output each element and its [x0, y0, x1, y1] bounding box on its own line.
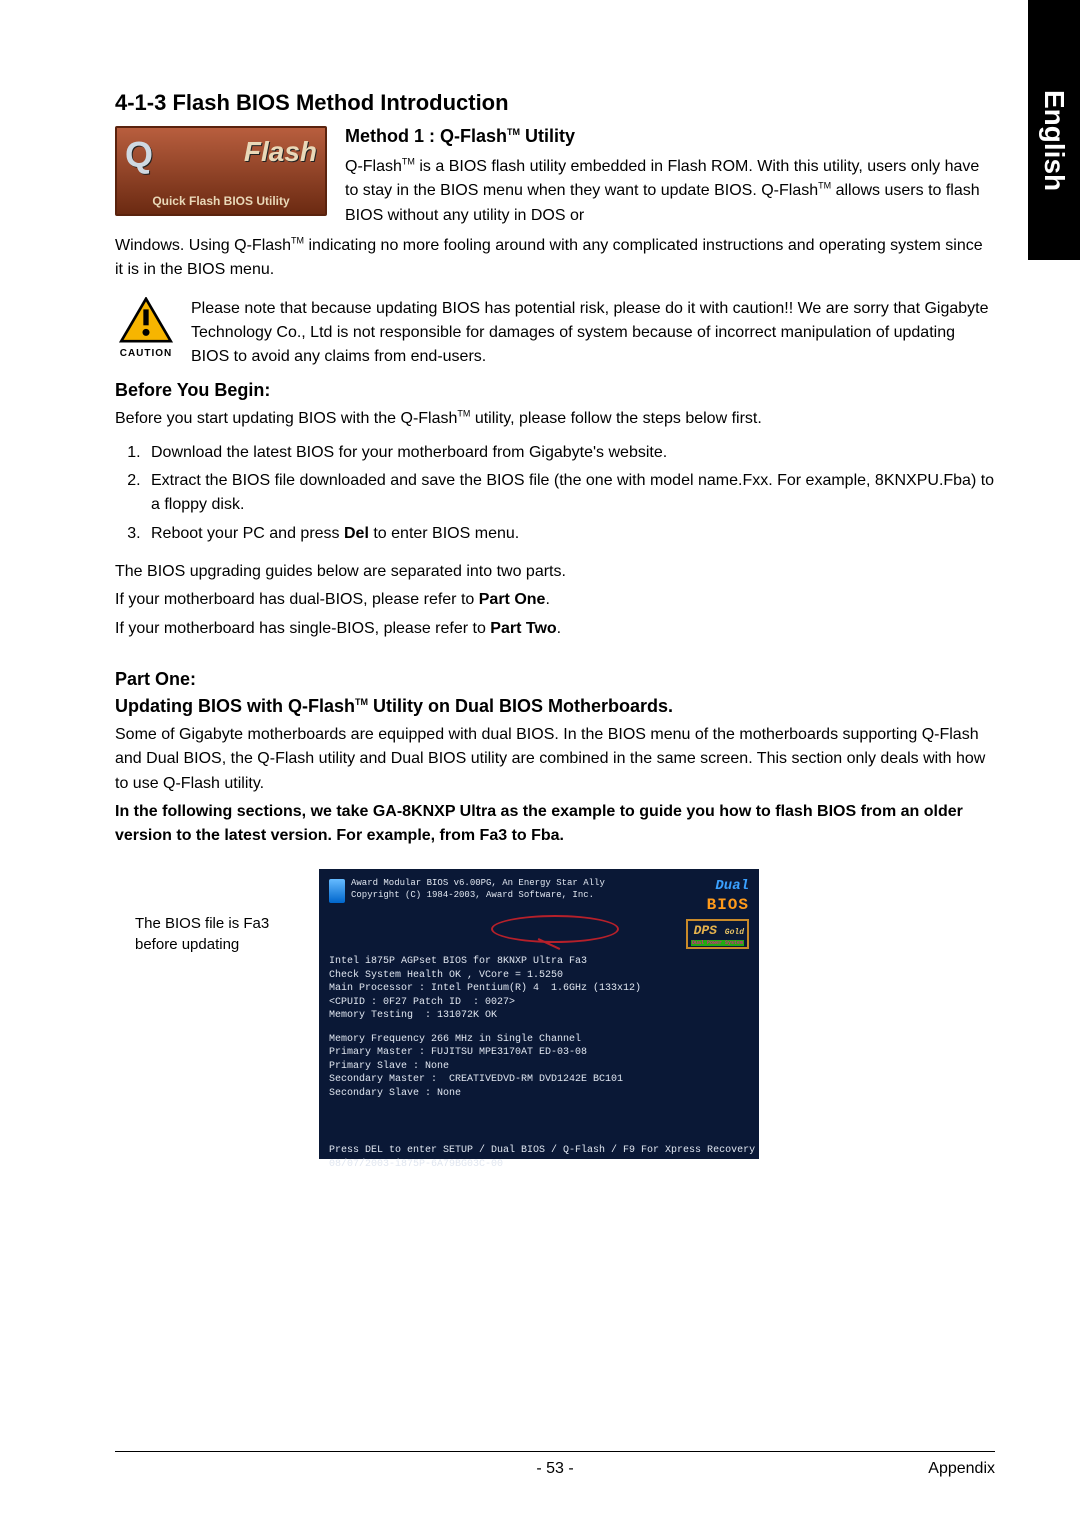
bios-line: Secondary Master : CREATIVEDVD-RM DVD124…	[329, 1073, 749, 1087]
before-intro: Before you start updating BIOS with the …	[115, 407, 995, 431]
before-heading: Before You Begin:	[115, 380, 995, 401]
bios-screenshot: Award Modular BIOS v6.00PG, An Energy St…	[319, 869, 759, 1159]
award-logo-icon	[329, 879, 345, 903]
caution-label: CAUTION	[115, 348, 177, 359]
partone-sub-a: Updating BIOS with Q-Flash	[115, 696, 355, 716]
bios-line: Press DEL to enter SETUP / Dual BIOS / Q…	[329, 1144, 749, 1158]
page-content: 4-1-3 Flash BIOS Method Introduction Q F…	[115, 90, 995, 1159]
partone-subheading: Updating BIOS with Q-FlashTM Utility on …	[115, 696, 995, 717]
step3-del: Del	[344, 525, 369, 542]
intro-paragraph-right: Q-FlashTM is a BIOS flash utility embedd…	[345, 155, 995, 228]
upgrade-p2: If your motherboard has dual-BIOS, pleas…	[115, 588, 995, 612]
bios-gap	[329, 1100, 749, 1144]
upgrade-p3c: .	[557, 620, 561, 637]
bios-body: Intel i875P AGPset BIOS for 8KNXP Ultra …	[329, 955, 749, 1171]
section-title: 4-1-3 Flash BIOS Method Introduction	[115, 90, 995, 116]
tm-mark: TM	[291, 236, 304, 246]
partone-heading: Part One:	[115, 669, 995, 690]
dps-badge: DPS Gold Dual Power System	[686, 919, 749, 949]
bios-award-1: Award Modular BIOS v6.00PG, An Energy St…	[351, 877, 605, 889]
bios-caption: The BIOS file is Fa3 before updating	[135, 869, 295, 955]
upgrade-p3: If your motherboard has single-BIOS, ple…	[115, 617, 995, 641]
upgrade-p3b: Part Two	[490, 620, 556, 637]
upgrade-p2c: .	[545, 591, 549, 608]
bios-row: The BIOS file is Fa3 before updating Awa…	[115, 869, 995, 1159]
tm-mark: TM	[402, 157, 415, 167]
bios-line: Primary Master : FUJITSU MPE3170AT ED-03…	[329, 1046, 749, 1060]
partone-p2: In the following sections, we take GA-8K…	[115, 800, 995, 849]
tm-mark: TM	[355, 697, 368, 707]
qflash-logo-flash: Flash	[244, 136, 317, 168]
upgrade-p1: The BIOS upgrading guides below are sepa…	[115, 560, 995, 584]
bios-gap	[329, 1023, 749, 1033]
dualbios-badge: Dual BIOS DPS Gold Dual Power System	[686, 877, 749, 950]
before-intro-a: Before you start updating BIOS with the …	[115, 410, 457, 427]
intro-p2a: Windows. Using Q-Flash	[115, 237, 291, 254]
bios-award: Award Modular BIOS v6.00PG, An Energy St…	[351, 877, 605, 903]
tm-mark: TM	[507, 127, 520, 137]
upgrade-p3a: If your motherboard has single-BIOS, ple…	[115, 620, 490, 637]
step-item: Download the latest BIOS for your mother…	[145, 441, 995, 465]
step-item: Extract the BIOS file downloaded and sav…	[145, 469, 995, 518]
language-tab: English	[1028, 0, 1080, 260]
bios-line: 08/07/2003-i875P-6A79BG03C-00	[329, 1158, 749, 1172]
dps-text: DPS	[694, 923, 717, 938]
bios-line: Secondary Slave : None	[329, 1087, 749, 1101]
method1-heading-a: Method 1 : Q-Flash	[345, 126, 507, 146]
warning-triangle-icon	[119, 297, 173, 343]
caution-icon: CAUTION	[115, 297, 177, 359]
language-tab-label: English	[1038, 90, 1070, 191]
caution-text: Please note that because updating BIOS h…	[191, 297, 995, 370]
intro-p1a: Q-Flash	[345, 158, 402, 175]
footer-page-number: - 53 -	[536, 1460, 573, 1478]
qflash-logo-sub: Quick Flash BIOS Utility	[117, 194, 325, 208]
intro-text: Method 1 : Q-FlashTM Utility Q-FlashTM i…	[345, 126, 995, 228]
partone-sub-b: Utility on Dual BIOS Motherboards.	[368, 696, 673, 716]
dual-word: Dual	[715, 878, 749, 894]
method1-heading: Method 1 : Q-FlashTM Utility	[345, 126, 995, 147]
tm-mark: TM	[818, 181, 831, 191]
bios-line: <CPUID : 0F27 Patch ID : 0027>	[329, 996, 749, 1010]
bios-award-2: Copyright (C) 1984-2003, Award Software,…	[351, 889, 605, 901]
upgrade-p2b: Part One	[479, 591, 546, 608]
page-footer: - 53 - Appendix	[115, 1451, 995, 1478]
qflash-logo: Q Flash Quick Flash BIOS Utility	[115, 126, 327, 216]
bios-line: Check System Health OK , VCore = 1.5250	[329, 969, 749, 983]
bios-line: Primary Slave : None	[329, 1060, 749, 1074]
caution-block: CAUTION Please note that because updatin…	[115, 297, 995, 370]
tm-mark: TM	[457, 408, 470, 418]
intro-block: Q Flash Quick Flash BIOS Utility Method …	[115, 126, 995, 228]
bios-line: Intel i875P AGPset BIOS for 8KNXP Ultra …	[329, 955, 749, 969]
step-item: Reboot your PC and press Del to enter BI…	[145, 522, 995, 546]
dps-gold: Gold	[725, 928, 744, 937]
partone-p1: Some of Gigabyte motherboards are equipp…	[115, 723, 995, 796]
bios-line: Memory Testing : 131072K OK	[329, 1009, 749, 1023]
bios-line: Memory Frequency 266 MHz in Single Chann…	[329, 1033, 749, 1047]
dps-strip: Dual Power System	[691, 940, 744, 947]
footer-label: Appendix	[928, 1460, 995, 1478]
step3-b: to enter BIOS menu.	[369, 525, 519, 542]
intro-paragraph-full: Windows. Using Q-FlashTM indicating no m…	[115, 234, 995, 283]
before-intro-b: utility, please follow the steps below f…	[470, 410, 761, 427]
steps-list: Download the latest BIOS for your mother…	[115, 441, 995, 546]
method1-heading-b: Utility	[520, 126, 575, 146]
bios-word: BIOS	[707, 896, 749, 914]
step3-a: Reboot your PC and press	[151, 525, 344, 542]
upgrade-p2a: If your motherboard has dual-BIOS, pleas…	[115, 591, 479, 608]
bios-line: Main Processor : Intel Pentium(R) 4 1.6G…	[329, 982, 749, 996]
qflash-logo-q: Q	[125, 134, 153, 176]
bios-top-left: Award Modular BIOS v6.00PG, An Energy St…	[329, 877, 605, 903]
